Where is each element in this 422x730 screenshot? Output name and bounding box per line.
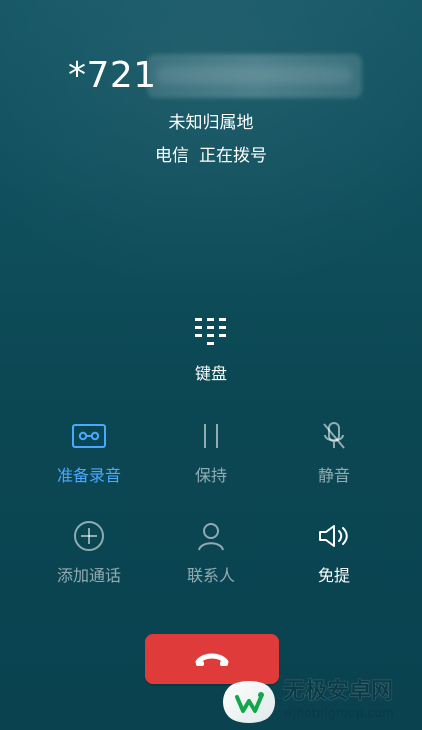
record-cassette-icon [69,418,109,454]
contacts-button[interactable]: 联系人 [166,518,256,590]
hold-label: 保持 [194,466,227,485]
dialpad-icon [191,316,231,346]
watermark-url: wjhotelgroup.com [283,706,395,720]
speaker-label: 免提 [317,566,350,585]
mute-label: 静音 [317,466,350,485]
call-actions-grid: 准备录音 保持 静音 添加通话 联系人 免提 [0,418,422,598]
caller-location: 未知归属地 [168,113,254,133]
call-status-row: 电信 正在拨号 [0,145,422,167]
incoming-call-screen: *721 未知归属地 电信 正在拨号 键盘 准备录音 保持 静音 添加通话 联系… [0,0,422,730]
hold-icon [191,418,231,454]
end-call-icon [193,650,231,668]
mic-off-icon [314,418,354,454]
caller-number-row: *721 [68,54,368,102]
redacted-number-blur [147,54,362,98]
mute-button[interactable]: 静音 [289,418,379,490]
record-label: 准备录音 [56,466,121,485]
call-status: 正在拨号 [199,146,267,166]
carrier-name: 电信 [155,146,189,166]
contacts-icon [191,518,231,554]
hold-button[interactable]: 保持 [166,418,256,490]
contacts-label: 联系人 [186,566,235,585]
watermark: 无极安卓网 wjhotelgroup.com [221,671,422,730]
keypad-label: 键盘 [194,364,227,383]
watermark-logo [221,677,277,727]
add-call-button[interactable]: 添加通话 [44,518,134,590]
keypad-button[interactable]: 键盘 [171,316,251,388]
speaker-button[interactable]: 免提 [289,518,379,590]
record-button[interactable]: 准备录音 [44,418,134,490]
speaker-icon [314,518,354,554]
caller-number: *721 [68,55,157,96]
add-call-label: 添加通话 [56,566,121,585]
watermark-title: 无极安卓网 [283,679,394,704]
add-call-icon [69,518,109,554]
